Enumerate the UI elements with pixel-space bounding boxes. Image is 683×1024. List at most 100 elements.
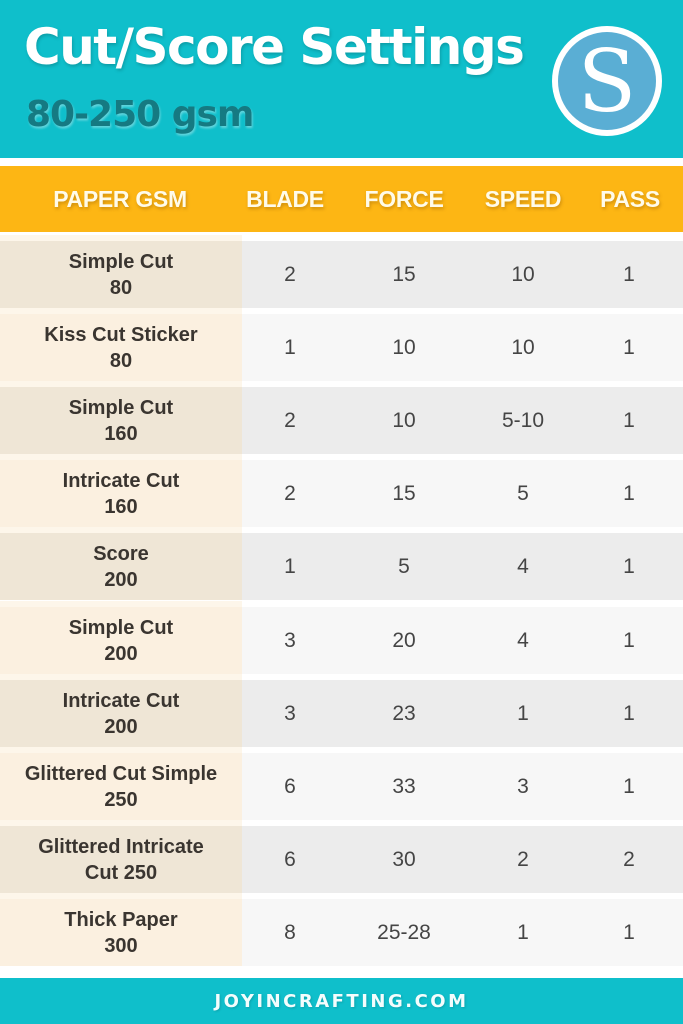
row-values-background (242, 826, 683, 893)
blade-value: 1 (284, 336, 296, 359)
speed-value: 1 (517, 702, 529, 725)
force-value: 30 (392, 848, 416, 871)
table-row: Kiss Cut Sticker 80 1 10 10 1 (0, 314, 683, 381)
speed-value: 5 (517, 482, 529, 505)
table-row: Simple Cut 200 3 20 4 1 (0, 607, 683, 674)
paper-gsm-value: 160 (104, 422, 138, 445)
logo-letter: S (578, 32, 637, 132)
table-row: Score 200 1 5 4 1 (0, 533, 683, 600)
blade-value: 2 (284, 482, 296, 505)
pass-value: 1 (623, 409, 635, 432)
blade-value: 8 (284, 921, 296, 944)
table-row: Thick Paper 300 8 25-28 1 1 (0, 899, 683, 966)
force-value: 20 (392, 629, 416, 652)
row-values-background (242, 241, 683, 308)
force-value: 10 (392, 409, 416, 432)
paper-gsm-value: 160 (104, 495, 138, 518)
paper-type-name: Simple Cut (68, 396, 174, 419)
paper-gsm-value: 300 (104, 934, 138, 957)
column-header-speed: SPEED (484, 186, 562, 212)
table-row: Intricate Cut 200 3 23 1 1 (0, 680, 683, 747)
pass-value: 1 (623, 482, 635, 505)
blade-value: 2 (284, 263, 296, 286)
paper-type-name: Thick Paper (64, 908, 178, 931)
paper-type-cell: Score 200 (0, 533, 242, 600)
paper-type-name: Intricate Cut (62, 689, 180, 712)
paper-type-cell: Simple Cut 160 (0, 387, 242, 454)
paper-gsm-value: 80 (109, 349, 133, 372)
paper-gsm-value: Cut 250 (84, 861, 158, 884)
paper-type-name: Simple Cut (68, 616, 174, 639)
speed-value: 10 (511, 263, 535, 286)
table-row: Glittered Cut Simple 250 6 33 3 1 (0, 753, 683, 820)
footer-banner: JOYINCRAFTING.COM (0, 978, 683, 1024)
paper-type-cell: Kiss Cut Sticker 80 (0, 314, 242, 381)
force-value: 5 (398, 555, 410, 578)
speed-value: 4 (517, 555, 529, 578)
paper-gsm-value: 250 (104, 788, 138, 811)
speed-value: 1 (517, 921, 529, 944)
pass-value: 1 (623, 775, 635, 798)
blade-value: 6 (284, 848, 296, 871)
pass-value: 1 (623, 555, 635, 578)
row-values-background (242, 607, 683, 674)
row-values-background (242, 899, 683, 966)
blade-value: 2 (284, 409, 296, 432)
paper-type-cell: Simple Cut 80 (0, 241, 242, 308)
blade-value: 1 (284, 555, 296, 578)
silhouette-s-logo-icon: S (552, 26, 662, 136)
table-row: Simple Cut 160 2 10 5-10 1 (0, 387, 683, 454)
title-banner: Cut/Score Settings 80-250 gsm S (0, 0, 683, 158)
speed-value: 3 (517, 775, 529, 798)
force-value: 33 (392, 775, 416, 798)
table-row: Simple Cut 80 2 15 10 1 (0, 241, 683, 308)
page-title: Cut/Score Settings (24, 18, 525, 76)
force-value: 23 (392, 702, 416, 725)
column-header-force: FORCE (364, 186, 444, 212)
row-values-background (242, 460, 683, 527)
pass-value: 1 (623, 263, 635, 286)
pass-value: 1 (623, 702, 635, 725)
blade-value: 3 (284, 702, 296, 725)
row-values-background (242, 314, 683, 381)
paper-gsm-value: 80 (109, 276, 133, 299)
paper-type-cell: Glittered Intricate Cut 250 (0, 826, 242, 893)
paper-type-name: Score (93, 542, 149, 565)
paper-type-name: Kiss Cut Sticker (44, 323, 198, 346)
paper-type-cell: Simple Cut 200 (0, 607, 242, 674)
paper-gsm-value: 200 (104, 568, 138, 591)
speed-value: 5-10 (501, 409, 545, 432)
force-value: 15 (392, 263, 416, 286)
pass-value: 1 (623, 336, 635, 359)
speed-value: 10 (511, 336, 535, 359)
force-value: 25-28 (377, 921, 431, 944)
row-values-background (242, 753, 683, 820)
column-header-paper-gsm: PAPER GSM (53, 186, 187, 212)
paper-gsm-value: 200 (104, 642, 138, 665)
paper-type-name: Intricate Cut (62, 469, 180, 492)
table-header-row: PAPER GSM BLADE FORCE SPEED PASS (0, 166, 683, 232)
speed-value: 2 (517, 848, 529, 871)
force-value: 15 (392, 482, 416, 505)
page-subtitle: 80-250 gsm (26, 94, 254, 135)
paper-type-cell: Intricate Cut 200 (0, 680, 242, 747)
pass-value: 1 (623, 629, 635, 652)
paper-type-name: Simple Cut (68, 250, 174, 273)
row-values-background (242, 533, 683, 600)
paper-type-cell: Intricate Cut 160 (0, 460, 242, 527)
paper-type-cell: Glittered Cut Simple 250 (0, 753, 242, 820)
row-values-background (242, 680, 683, 747)
paper-type-name: Glittered Intricate (38, 835, 204, 858)
column-header-pass: PASS (600, 186, 660, 212)
force-value: 10 (392, 336, 416, 359)
paper-gsm-value: 200 (104, 715, 138, 738)
blade-value: 3 (284, 629, 296, 652)
table-row: Glittered Intricate Cut 250 6 30 2 2 (0, 826, 683, 893)
paper-type-name: Glittered Cut Simple (24, 762, 218, 785)
table-row: Intricate Cut 160 2 15 5 1 (0, 460, 683, 527)
speed-value: 4 (517, 629, 529, 652)
paper-type-cell: Thick Paper 300 (0, 899, 242, 966)
footer-site-label: JOYINCRAFTING.COM (214, 990, 469, 1012)
column-header-blade: BLADE (246, 186, 324, 212)
blade-value: 6 (284, 775, 296, 798)
